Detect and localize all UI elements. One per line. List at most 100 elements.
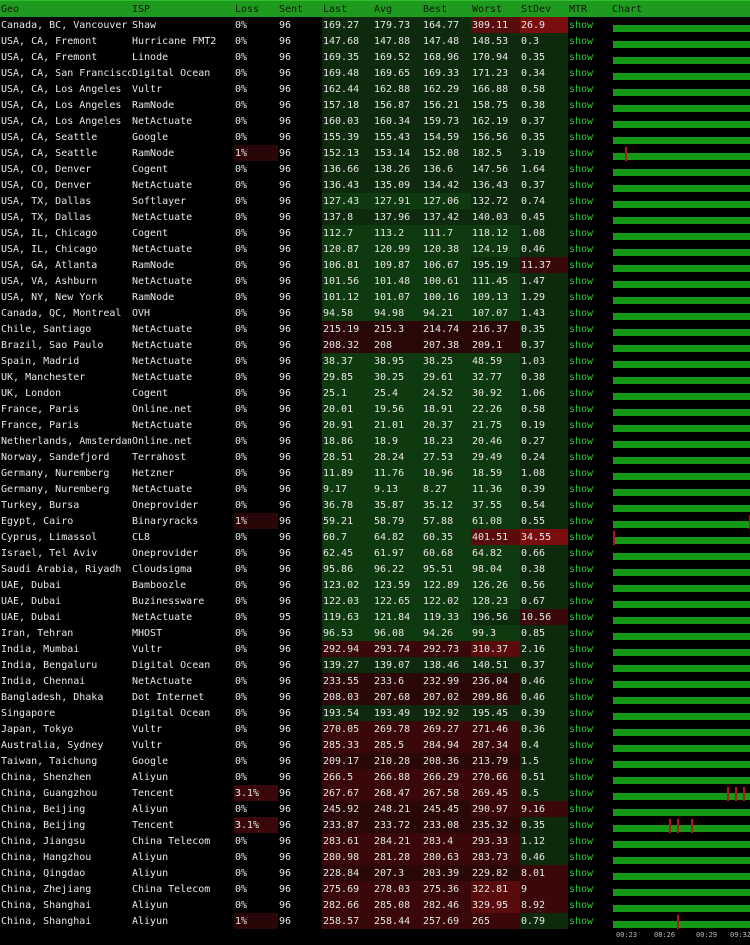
cell-mtr[interactable]: show <box>568 641 611 657</box>
cell-mtr[interactable]: show <box>568 913 611 929</box>
cell-avg: 120.99 <box>373 241 422 257</box>
cell-mtr[interactable]: show <box>568 241 611 257</box>
col-stdev[interactable]: StDev <box>520 0 568 17</box>
cell-avg: 30.25 <box>373 369 422 385</box>
cell-mtr[interactable]: show <box>568 33 611 49</box>
cell-geo: UK, Manchester <box>1 371 86 383</box>
cell-worst: 269.45 <box>471 785 520 801</box>
col-isp[interactable]: ISP <box>131 0 234 17</box>
cell-mtr[interactable]: show <box>568 273 611 289</box>
cell-mtr[interactable]: show <box>568 353 611 369</box>
table-row: China, Shenzhen Aliyun 0% 96 266.5 266.88 266.… <box>0 769 750 785</box>
cell-mtr[interactable]: show <box>568 449 611 465</box>
cell-last: 60.7 <box>322 529 373 545</box>
cell-mtr[interactable]: show <box>568 49 611 65</box>
cell-mtr[interactable]: show <box>568 17 611 33</box>
cell-mtr[interactable]: show <box>568 289 611 305</box>
sparkline-fill <box>613 344 750 352</box>
cell-stdev: 1.47 <box>520 273 568 289</box>
cell-mtr[interactable]: show <box>568 177 611 193</box>
cell-mtr[interactable]: show <box>568 129 611 145</box>
cell-mtr[interactable]: show <box>568 97 611 113</box>
cell-mtr[interactable]: show <box>568 465 611 481</box>
cell-mtr[interactable]: show <box>568 801 611 817</box>
cell-best: 20.37 <box>422 417 471 433</box>
cell-best: 233.08 <box>422 817 471 833</box>
col-mtr[interactable]: MTR <box>568 0 611 17</box>
cell-mtr[interactable]: show <box>568 673 611 689</box>
cell-mtr[interactable]: show <box>568 385 611 401</box>
col-last[interactable]: Last <box>322 0 373 17</box>
cell-mtr[interactable]: show <box>568 785 611 801</box>
cell-mtr[interactable]: show <box>568 193 611 209</box>
cell-mtr[interactable]: show <box>568 81 611 97</box>
cell-mtr[interactable]: show <box>568 65 611 81</box>
cell-mtr[interactable]: show <box>568 593 611 609</box>
cell-loss: 0% <box>235 163 248 175</box>
cell-mtr[interactable]: show <box>568 609 611 625</box>
col-worst[interactable]: Worst <box>471 0 520 17</box>
cell-best: 100.16 <box>422 289 471 305</box>
cell-mtr[interactable]: show <box>568 417 611 433</box>
cell-mtr[interactable]: show <box>568 529 611 545</box>
cell-chart <box>611 145 750 161</box>
col-avg[interactable]: Avg <box>373 0 422 17</box>
cell-mtr[interactable]: show <box>568 689 611 705</box>
col-loss[interactable]: Loss <box>234 0 278 17</box>
cell-mtr[interactable]: show <box>568 545 611 561</box>
cell-last: 112.7 <box>322 225 373 241</box>
cell-mtr[interactable]: show <box>568 513 611 529</box>
cell-worst: 209.1 <box>471 337 520 353</box>
cell-mtr[interactable]: show <box>568 481 611 497</box>
col-chart[interactable]: Chart <box>611 0 750 17</box>
cell-mtr[interactable]: show <box>568 817 611 833</box>
cell-mtr[interactable]: show <box>568 769 611 785</box>
cell-mtr[interactable]: show <box>568 209 611 225</box>
cell-mtr[interactable]: show <box>568 625 611 641</box>
cell-mtr[interactable]: show <box>568 865 611 881</box>
cell-mtr[interactable]: show <box>568 305 611 321</box>
cell-mtr[interactable]: show <box>568 433 611 449</box>
cell-best: 192.92 <box>422 705 471 721</box>
cell-mtr[interactable]: show <box>568 257 611 273</box>
cell-mtr[interactable]: show <box>568 225 611 241</box>
cell-mtr[interactable]: show <box>568 161 611 177</box>
cell-chart <box>611 705 750 721</box>
cell-mtr[interactable]: show <box>568 705 611 721</box>
cell-mtr[interactable]: show <box>568 897 611 913</box>
cell-geo: Saudi Arabia, Riyadh <box>1 563 122 575</box>
cell-mtr[interactable]: show <box>568 833 611 849</box>
cell-mtr[interactable]: show <box>568 321 611 337</box>
cell-mtr[interactable]: show <box>568 737 611 753</box>
cell-mtr[interactable]: show <box>568 721 611 737</box>
cell-loss: 0% <box>235 51 248 63</box>
axis-tick-label: 08:26 <box>654 931 676 939</box>
cell-mtr[interactable]: show <box>568 753 611 769</box>
col-best[interactable]: Best <box>422 0 471 17</box>
cell-worst: 156.56 <box>471 129 520 145</box>
cell-last: 282.66 <box>322 897 373 913</box>
col-geo[interactable]: Geo <box>0 0 131 17</box>
cell-mtr[interactable]: show <box>568 561 611 577</box>
cell-mtr[interactable]: show <box>568 497 611 513</box>
cell-mtr[interactable]: show <box>568 113 611 129</box>
cell-mtr[interactable]: show <box>568 849 611 865</box>
cell-mtr[interactable]: show <box>568 577 611 593</box>
cell-isp: Bamboozle <box>132 579 187 591</box>
cell-mtr[interactable]: show <box>568 145 611 161</box>
sparkline-fill <box>613 408 750 416</box>
cell-sent: 96 <box>279 643 292 655</box>
cell-mtr[interactable]: show <box>568 401 611 417</box>
sparkline-fill <box>613 696 750 704</box>
cell-mtr[interactable]: show <box>568 337 611 353</box>
col-sent[interactable]: Sent <box>278 0 322 17</box>
cell-worst: 271.46 <box>471 721 520 737</box>
table-row: Canada, QC, Montreal OVH 0% 96 94.58 94.98 94.… <box>0 305 750 321</box>
cell-loss: 0% <box>235 467 248 479</box>
cell-mtr[interactable]: show <box>568 881 611 897</box>
cell-mtr[interactable]: show <box>568 657 611 673</box>
cell-isp: NetActuate <box>132 211 193 223</box>
sparkline-fill <box>613 72 750 80</box>
cell-avg: 101.07 <box>373 289 422 305</box>
cell-mtr[interactable]: show <box>568 369 611 385</box>
